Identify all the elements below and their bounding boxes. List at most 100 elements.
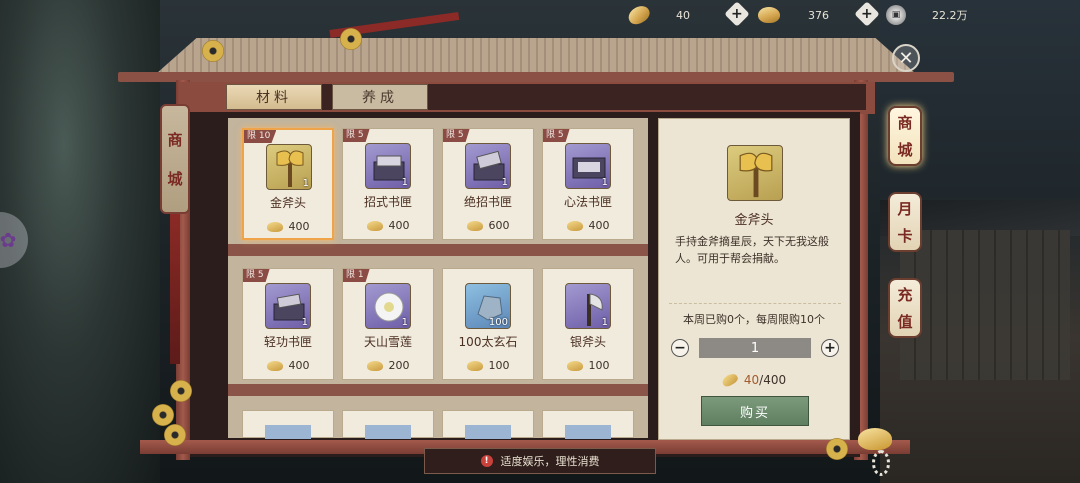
shop-item-card[interactable]: 限 1 1 天山雪莲 200 bbox=[342, 268, 434, 380]
detail-item-name: 金斧头 bbox=[734, 213, 774, 228]
item-price: 100 bbox=[443, 359, 533, 372]
gold-ingot-decoration bbox=[858, 428, 892, 450]
item-name: 金斧头 bbox=[269, 196, 306, 210]
book-box-icon: 1 bbox=[265, 283, 311, 329]
gold-ingot-icon bbox=[758, 7, 780, 23]
tab-cultivation[interactable]: 养成 bbox=[332, 84, 428, 110]
shelf-divider bbox=[228, 244, 648, 256]
copper-coin-icon: ▣ bbox=[886, 5, 906, 25]
shop-item-card[interactable]: 100 100太玄石 100 bbox=[442, 268, 534, 380]
shop-item-card[interactable]: 限 5 1 轻功书匣 400 bbox=[242, 268, 334, 380]
tassel-decoration bbox=[170, 214, 180, 364]
roof-beam bbox=[118, 72, 954, 82]
item-price: 100 bbox=[543, 359, 633, 372]
weekly-limit-info: 本周已购0个，每周限购10个 bbox=[683, 313, 825, 326]
currency-gold-ingot bbox=[758, 4, 780, 26]
responsible-gaming-notice: ! 适度娱乐，理性消费 bbox=[424, 448, 656, 474]
shelf-divider bbox=[228, 384, 648, 396]
item-name: 绝招书匣 bbox=[463, 195, 512, 209]
currency-copper-coin-value: 22.2万 bbox=[932, 9, 968, 22]
item-price: 400 bbox=[243, 359, 333, 372]
gold-axe-icon bbox=[727, 145, 783, 201]
plus-icon: + bbox=[824, 340, 836, 356]
coin-decoration bbox=[170, 380, 192, 402]
coin-decoration bbox=[202, 40, 224, 62]
coin-decoration bbox=[152, 404, 174, 426]
item-name: 招式书匣 bbox=[363, 195, 412, 209]
close-icon: ✕ bbox=[898, 47, 914, 69]
gold-ingot-icon bbox=[366, 360, 383, 371]
item-price: 400 bbox=[543, 219, 633, 232]
purchase-limit-badge: 限 5 bbox=[543, 129, 570, 142]
coin-decoration bbox=[340, 28, 362, 50]
shop-item-card-partial[interactable] bbox=[442, 410, 534, 439]
gold-ingot-icon bbox=[366, 220, 383, 231]
shop-item-card[interactable]: 1 银斧头 100 bbox=[542, 268, 634, 380]
gold-leaf-icon bbox=[625, 2, 653, 28]
coin-decoration bbox=[826, 438, 848, 460]
tab-bar bbox=[226, 84, 866, 110]
item-quantity: 1 bbox=[401, 317, 408, 328]
shop-item-card[interactable]: 限 5 1 心法书匣 400 bbox=[542, 128, 634, 240]
side-tab-shop[interactable]: 商 城 bbox=[888, 106, 922, 166]
purchase-limit-badge: 限 1 bbox=[343, 269, 370, 282]
divider bbox=[669, 303, 841, 304]
item-quantity: 1 bbox=[301, 317, 308, 328]
item-name: 100太玄石 bbox=[458, 335, 518, 349]
shop-item-card[interactable]: 限 5 1 招式书匣 400 bbox=[342, 128, 434, 240]
tab-materials[interactable]: 材料 bbox=[226, 84, 322, 110]
silver-axe-icon: 1 bbox=[565, 283, 611, 329]
item-name: 银斧头 bbox=[569, 335, 606, 349]
item-name: 心法书匣 bbox=[563, 195, 612, 209]
total-cost: 40/400 bbox=[659, 371, 849, 389]
item-detail-panel: 金斧头 手持金斧摘星辰，天下无我这般人。可用于帮会捐献。 本周已购0个，每周限购… bbox=[658, 118, 850, 440]
gold-ingot-icon bbox=[566, 220, 583, 231]
item-quantity: 1 bbox=[501, 177, 508, 188]
item-quantity: 1 bbox=[601, 177, 608, 188]
purchase-limit-badge: 限 5 bbox=[243, 269, 270, 282]
shop-item-card-partial[interactable] bbox=[542, 410, 634, 439]
item-name: 天山雪莲 bbox=[363, 335, 412, 349]
add-gold-ingot-button[interactable]: + bbox=[854, 1, 880, 27]
item-price: 400 bbox=[244, 220, 332, 233]
book-box-icon: 1 bbox=[365, 143, 411, 189]
quantity-input[interactable]: 1 bbox=[699, 338, 811, 358]
add-gold-leaf-button[interactable]: + bbox=[724, 1, 750, 27]
buy-button[interactable]: 购买 bbox=[701, 396, 809, 426]
currency-gold-leaf-value: 40 bbox=[676, 8, 690, 22]
shop-item-card-partial[interactable] bbox=[242, 410, 334, 439]
coin-decoration bbox=[164, 424, 186, 446]
item-quantity: 100 bbox=[488, 317, 508, 328]
detail-item-description: 手持金斧摘星辰，天下无我这般人。可用于帮会捐献。 bbox=[675, 235, 829, 265]
item-price: 200 bbox=[343, 359, 433, 372]
item-name: 轻功书匣 bbox=[263, 335, 312, 349]
gold-ingot-icon bbox=[466, 220, 483, 231]
pearl-string-decoration bbox=[872, 450, 890, 476]
side-tab-recharge[interactable]: 充 值 bbox=[888, 278, 922, 338]
gold-leaf-icon bbox=[720, 371, 740, 389]
increase-quantity-button[interactable]: + bbox=[821, 339, 839, 357]
flower-icon: ✿ bbox=[0, 228, 17, 252]
currency-copper-coin: ▣ bbox=[886, 4, 906, 26]
shop-item-card[interactable]: 限 5 1 绝招书匣 600 bbox=[442, 128, 534, 240]
close-button[interactable]: ✕ bbox=[892, 44, 920, 72]
item-quantity: 1 bbox=[401, 177, 408, 188]
shop-item-card[interactable]: 限 10 1 金斧头 400 bbox=[242, 128, 334, 240]
cost-owned: 40 bbox=[743, 373, 760, 387]
plus-icon: + bbox=[861, 5, 873, 22]
snow-lotus-icon: 1 bbox=[365, 283, 411, 329]
gold-ingot-icon bbox=[566, 360, 583, 371]
item-quantity: 1 bbox=[601, 317, 608, 328]
cost-required: /400 bbox=[759, 373, 787, 387]
shop-sign-plaque: 商 城 bbox=[160, 104, 190, 214]
currency-gold-leaf bbox=[625, 2, 653, 28]
currency-gold-ingot-value: 376 bbox=[808, 8, 829, 22]
shop-item-card-partial[interactable] bbox=[342, 410, 434, 439]
decrease-quantity-button[interactable]: − bbox=[671, 339, 689, 357]
gold-ingot-icon bbox=[266, 360, 283, 371]
minus-icon: − bbox=[674, 340, 686, 356]
book-box-icon: 1 bbox=[465, 143, 511, 189]
background-house bbox=[900, 230, 1070, 380]
side-tab-monthly-card[interactable]: 月 卡 bbox=[888, 192, 922, 252]
gold-axe-icon: 1 bbox=[266, 144, 312, 190]
